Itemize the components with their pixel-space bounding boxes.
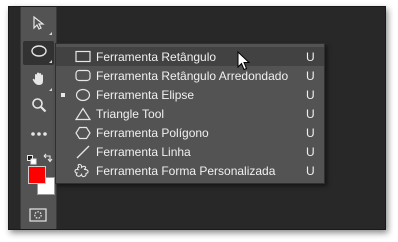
menu-item-line-tool[interactable]: Ferramenta Linha U xyxy=(56,142,324,161)
line-icon xyxy=(74,144,91,159)
foreground-color-swatch[interactable] xyxy=(28,166,46,184)
menu-item-ellipse-tool[interactable]: Ferramenta Elipse U xyxy=(56,85,324,104)
ellipse-icon xyxy=(74,87,91,102)
rounded-rectangle-icon xyxy=(74,68,91,83)
menu-item-rounded-rectangle-tool[interactable]: Ferramenta Retângulo Arredondado U xyxy=(56,66,324,85)
menu-item-triangle-tool[interactable]: Triangle Tool U xyxy=(56,104,324,123)
shortcut-key: U xyxy=(306,144,315,159)
shortcut-key: U xyxy=(306,125,315,140)
hand-tool[interactable] xyxy=(23,69,54,93)
custom-shape-icon xyxy=(74,163,91,178)
mouse-cursor-icon xyxy=(237,50,251,76)
polygon-icon xyxy=(74,125,91,140)
submenu-indicator xyxy=(49,88,52,91)
shortcut-key: U xyxy=(306,87,315,102)
menu-item-label: Ferramenta Retângulo Arredondado xyxy=(96,68,289,83)
submenu-indicator xyxy=(49,60,52,63)
tools-panel xyxy=(20,7,57,229)
menu-item-polygon-tool[interactable]: Ferramenta Polígono U xyxy=(56,123,324,142)
menu-item-label: Ferramenta Retângulo xyxy=(96,49,217,64)
more-tools-button[interactable] xyxy=(23,121,54,145)
ellipse-icon xyxy=(30,44,48,63)
shortcut-key: U xyxy=(306,68,315,83)
shortcut-key: U xyxy=(306,163,315,178)
menu-item-label: Triangle Tool xyxy=(96,106,165,121)
magnifier-icon xyxy=(31,97,47,118)
rectangle-icon xyxy=(74,49,91,64)
shortcut-key: U xyxy=(306,49,315,64)
ellipse-tool[interactable] xyxy=(23,41,54,65)
current-tool-bullet xyxy=(61,93,65,97)
move-arrow-icon xyxy=(31,15,47,36)
shape-tools-flyout-menu: Ferramenta Retângulo U Ferramenta Retâng… xyxy=(55,43,325,184)
quick-mask-icon[interactable] xyxy=(29,208,47,227)
submenu-indicator xyxy=(49,32,52,35)
hand-icon xyxy=(31,71,47,92)
menu-item-label: Ferramenta Forma Personalizada xyxy=(96,163,276,178)
move-tool[interactable] xyxy=(23,13,54,37)
menu-item-rectangle-tool[interactable]: Ferramenta Retângulo U xyxy=(56,47,324,66)
triangle-icon xyxy=(74,106,91,121)
menu-item-label: Ferramenta Elipse xyxy=(96,87,195,102)
menu-item-label: Ferramenta Linha xyxy=(96,144,191,159)
menu-item-custom-shape-tool[interactable]: Ferramenta Forma Personalizada U xyxy=(56,161,324,180)
menu-item-label: Ferramenta Polígono xyxy=(96,125,209,140)
ellipsis-icon xyxy=(30,124,48,142)
photoshop-window: Ferramenta Retângulo U Ferramenta Retâng… xyxy=(8,6,386,230)
shortcut-key: U xyxy=(306,106,315,121)
zoom-tool[interactable] xyxy=(23,95,54,119)
